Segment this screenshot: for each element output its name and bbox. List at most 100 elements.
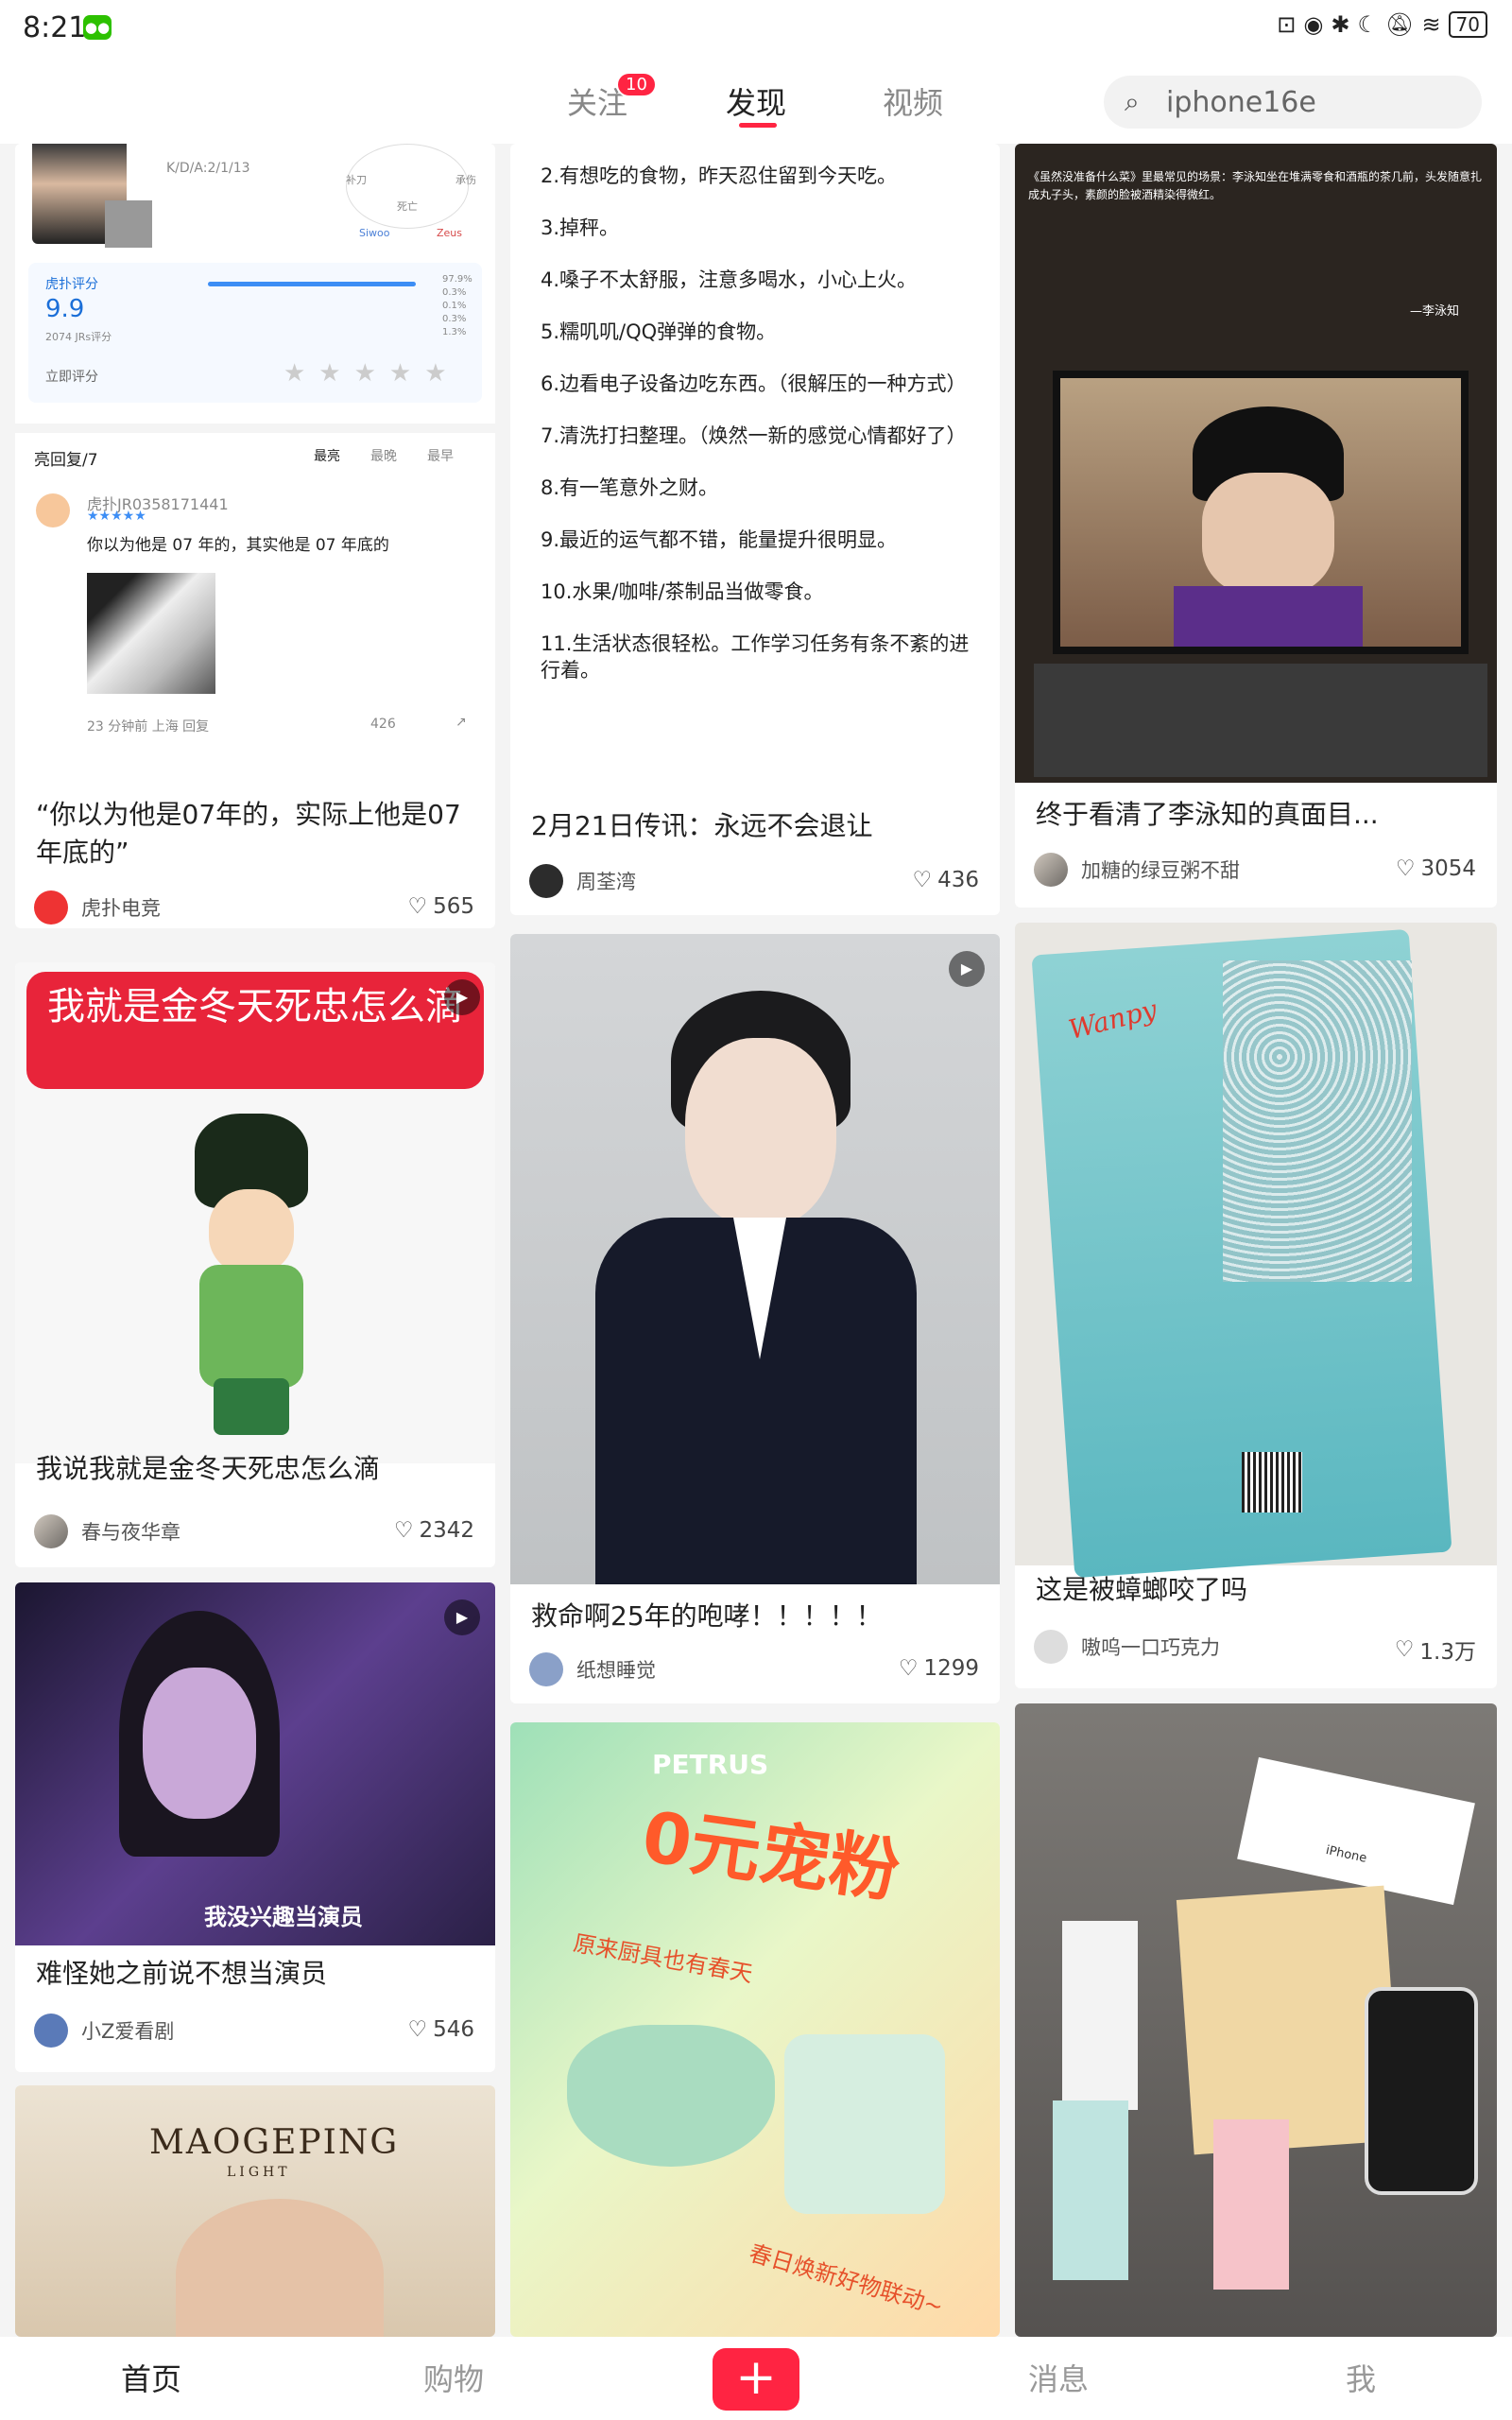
card-title: 2月21日传讯：永远不会退让: [531, 810, 873, 841]
cosmetic-bottle: [1213, 2119, 1289, 2290]
feed-card-variety[interactable]: 《虽然没准备什么菜》里最常见的场景：李泳知坐在堆满零食和酒瓶的茶几前，头发随意扎…: [1015, 144, 1497, 908]
shirt-shape: [1174, 586, 1363, 647]
author-avatar: [1034, 853, 1068, 887]
divider: [15, 424, 495, 433]
mute-icon: 🔕︎: [1384, 11, 1415, 38]
feed-card-list[interactable]: 2.有想吃的食物，昨天忍住留到今天吃。 3.掉秤。 4.嗓子不太舒服，注意多喝水…: [510, 144, 1000, 915]
notification-badge: 10: [616, 72, 657, 97]
like-count[interactable]: ♡ 546: [407, 2017, 474, 2042]
cover-banner: 我就是金冬天死忠怎么滴: [26, 972, 484, 1089]
meme-image: [87, 573, 215, 694]
post-image: 《虽然没准备什么菜》里最常见的场景：李泳知坐在堆满零食和酒瓶的茶几前，头发随意扎…: [1015, 144, 1497, 783]
pot-shape: [567, 2025, 775, 2167]
ad-brand: MAOGEPING: [149, 2123, 400, 2162]
legend-item: Zeus: [437, 227, 463, 239]
stars-icon: ★★★★★: [87, 509, 146, 524]
image-signature: —李泳知: [1409, 304, 1459, 319]
replies-heading: 亮回复/7: [34, 451, 98, 470]
feed-card-haul[interactable]: iPhone: [1015, 1703, 1497, 2337]
author-avatar: [34, 2014, 68, 2048]
video-cover: [510, 934, 1000, 1584]
rating-pct: 0.3%: [442, 314, 467, 324]
nav-messages[interactable]: 消息: [1028, 2356, 1089, 2399]
feed-card-petrus-ad[interactable]: PETRUS 0元宠粉 原来厨具也有春天 春日焕新好物联动~: [510, 1722, 1000, 2337]
image-caption: 《虽然没准备什么菜》里最常见的场景：李泳知坐在堆满零食和酒瓶的茶几前，头发随意扎…: [1028, 170, 1483, 201]
face-shape: [143, 1668, 256, 1819]
ad-subline: 春日焕新好物联动~: [746, 2239, 947, 2321]
kda-text: K/D/A:2/1/13: [166, 161, 250, 176]
tab-discover-label: 发现: [726, 85, 787, 121]
anime-body: [199, 1265, 303, 1388]
eye-icon: ◉: [1303, 11, 1324, 38]
feed-card-dance[interactable]: ▶ 救命啊25年的咆哮！！！！！ 纸想睡觉 ♡ 1299: [510, 934, 1000, 1703]
qr-code: [1242, 1452, 1302, 1512]
ad-brand-sub: LIGHT: [227, 2165, 291, 2180]
feed-card-cosmetics-ad[interactable]: MAOGEPING LIGHT: [15, 2085, 495, 2337]
like-count[interactable]: ♡ 3054: [1396, 856, 1476, 881]
rating-count: 2074 JRs评分: [45, 331, 112, 343]
anime-legs: [214, 1378, 289, 1435]
like-count[interactable]: ♡ 1299: [899, 1656, 979, 1681]
card-author: 小Z爱看剧: [34, 2014, 174, 2048]
share-icon: ↗: [455, 715, 467, 730]
tab-discover[interactable]: 发现: [726, 79, 787, 128]
rate-now-link: 立即评分: [45, 370, 98, 385]
search-input[interactable]: ⌕ iphone16e: [1104, 76, 1482, 129]
ad-cover: MAOGEPING LIGHT: [15, 2085, 495, 2337]
heart-icon: ♡: [407, 2017, 428, 2042]
post-image: iPhone: [1015, 1703, 1497, 2337]
like-count[interactable]: ♡ 1.3万: [1395, 1634, 1476, 1666]
post-image-text: 2.有想吃的食物，昨天忍住留到今天吃。 3.掉秤。 4.嗓子不太舒服，注意多喝水…: [541, 163, 985, 709]
active-tab-indicator: [739, 123, 777, 128]
feed-card-hupu[interactable]: K/D/A:2/1/13 补刀 承伤 死亡 Siwoo Zeus 虎扑评分 9.…: [15, 144, 495, 928]
video-cover: 我没兴趣当演员: [15, 1582, 495, 1945]
create-post-button[interactable]: +: [713, 2348, 799, 2411]
card-author: 周荃湾: [529, 864, 636, 898]
ad-headline: 0元宠粉: [637, 1796, 905, 1913]
author-avatar: [34, 1514, 68, 1548]
radar-label: 补刀: [346, 174, 367, 186]
list-line: 3.掉秤。: [541, 216, 620, 239]
status-bar: 8:21 ●● ⊡ ◉ ✱ ☾ 🔕︎ ≋ 70: [0, 0, 1512, 57]
card-title: 终于看清了李泳知的真面目...: [1036, 799, 1379, 830]
feed-card-packet[interactable]: Wanpy 这是被蟑螂咬了吗 嗷呜一口巧克力 ♡ 1.3万: [1015, 923, 1497, 1688]
author-avatar: [1034, 1630, 1068, 1664]
play-icon: ▶: [444, 1599, 480, 1635]
list-line: 5.糯叽叽/QQ弹弹的食物。: [541, 320, 777, 343]
like-count[interactable]: ♡ 436: [912, 868, 979, 892]
bluetooth-icon: ✱: [1331, 11, 1350, 38]
model-face: [176, 2199, 384, 2337]
like-count[interactable]: ♡ 565: [407, 894, 474, 919]
heart-icon: ♡: [912, 868, 933, 892]
top-nav: 关注 10 发现 视频 ⌕ iphone16e: [0, 57, 1512, 144]
card-title: 难怪她之前说不想当演员: [36, 1958, 328, 1989]
feed-card-anime[interactable]: 我就是金冬天死忠怎么滴 ▶ 我说我就是金冬天死忠怎么滴 春与夜华章 ♡ 2342: [15, 962, 495, 1567]
list-line: 11.生活状态很轻松。工作学习任务有条不紊的进行着。: [541, 632, 970, 682]
card-title: 这是被蟑螂咬了吗: [1036, 1574, 1248, 1605]
feed-card-actress[interactable]: 我没兴趣当演员 ▶ 难怪她之前说不想当演员 小Z爱看剧 ♡ 546: [15, 1582, 495, 2072]
card-author: 嗷呜一口巧克力: [1034, 1630, 1220, 1664]
author-name: 春与夜华章: [81, 1521, 180, 1544]
list-line: 10.水果/咖啡/茶制品当做零食。: [541, 580, 824, 603]
rating-pct: 0.3%: [442, 287, 467, 298]
tab-following[interactable]: 关注 10: [567, 72, 657, 123]
battery-icon: 70: [1448, 11, 1487, 38]
plus-icon: +: [735, 2349, 777, 2406]
nav-me[interactable]: 我: [1346, 2356, 1376, 2399]
like-number: 436: [937, 868, 979, 892]
nav-shop[interactable]: 购物: [423, 2356, 484, 2399]
play-icon: ▶: [949, 951, 985, 987]
rating-brand: 虎扑评分: [45, 277, 98, 292]
laptop-screen: [1053, 371, 1469, 654]
author-avatar: [529, 1652, 563, 1686]
tab-video-label: 视频: [883, 85, 944, 121]
star-rating-icon: ★★★★★: [284, 359, 460, 388]
tab-video[interactable]: 视频: [883, 79, 943, 123]
video-cover: 我就是金冬天死忠怎么滴: [15, 962, 495, 1463]
nav-home[interactable]: 首页: [121, 2356, 181, 2399]
list-line: 4.嗓子不太舒服，注意多喝水，小心上火。: [541, 268, 918, 291]
wifi-icon: ≋: [1421, 11, 1441, 38]
card-title: “你以为他是07年的，实际上他是07年底的”: [36, 799, 461, 868]
like-count[interactable]: ♡ 2342: [394, 1518, 474, 1543]
heart-icon: ♡: [393, 1518, 414, 1543]
